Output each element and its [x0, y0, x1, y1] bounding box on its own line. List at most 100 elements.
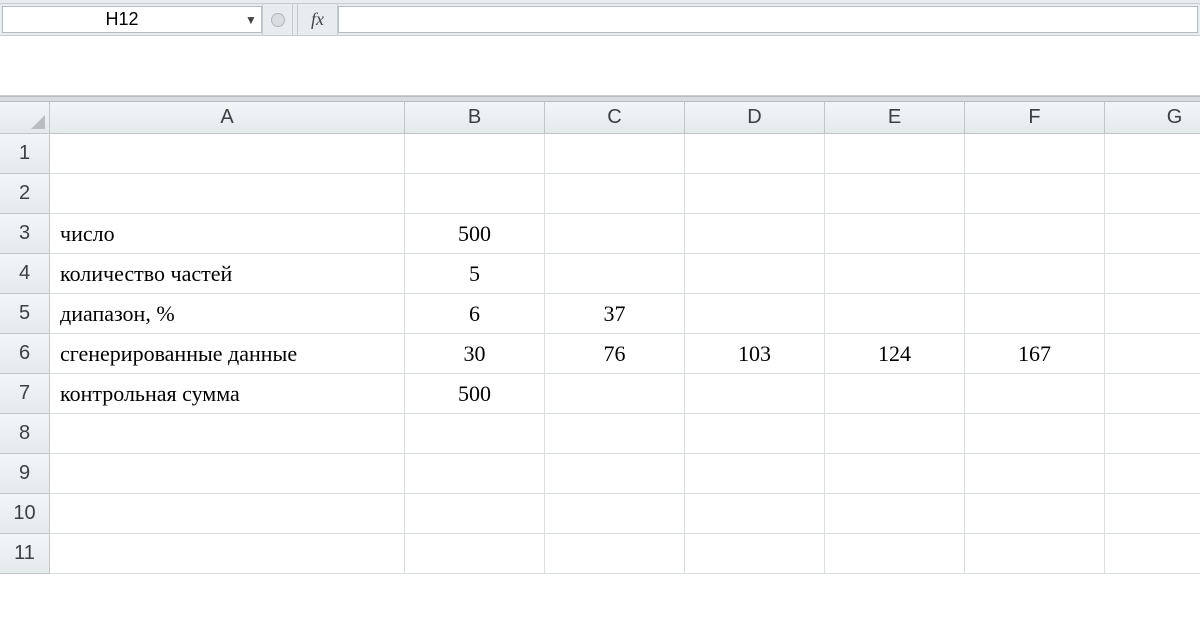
cell-A5[interactable]: диапазон, % [50, 294, 405, 334]
cell-B8[interactable] [405, 414, 545, 454]
row-header-4[interactable]: 4 [0, 254, 50, 294]
cell-C11[interactable] [545, 534, 685, 574]
cell-G7[interactable] [1105, 374, 1200, 414]
cell-G6[interactable] [1105, 334, 1200, 374]
cell-C8[interactable] [545, 414, 685, 454]
row-header-6[interactable]: 6 [0, 334, 50, 374]
col-header-E[interactable]: E [825, 102, 965, 134]
cell-A6[interactable]: сгенерированные данные [50, 334, 405, 374]
cell-F5[interactable] [965, 294, 1105, 334]
row-header-1[interactable]: 1 [0, 134, 50, 174]
cell-G1[interactable] [1105, 134, 1200, 174]
cell-B11[interactable] [405, 534, 545, 574]
cell-B2[interactable] [405, 174, 545, 214]
cell-B3[interactable]: 500 [405, 214, 545, 254]
col-header-G[interactable]: G [1105, 102, 1200, 134]
cell-G5[interactable] [1105, 294, 1200, 334]
cell-B7[interactable]: 500 [405, 374, 545, 414]
cell-E3[interactable] [825, 214, 965, 254]
cell-B6[interactable]: 30 [405, 334, 545, 374]
spreadsheet-grid[interactable]: A B C D E F G 1 2 3 число 500 4 количест… [0, 102, 1200, 574]
cell-F10[interactable] [965, 494, 1105, 534]
row-header-10[interactable]: 10 [0, 494, 50, 534]
cell-D5[interactable] [685, 294, 825, 334]
formula-input[interactable] [338, 6, 1198, 33]
cell-A1[interactable] [50, 134, 405, 174]
cell-A2[interactable] [50, 174, 405, 214]
cell-B10[interactable] [405, 494, 545, 534]
cell-C7[interactable] [545, 374, 685, 414]
cell-G8[interactable] [1105, 414, 1200, 454]
cell-A9[interactable] [50, 454, 405, 494]
cell-D11[interactable] [685, 534, 825, 574]
formula-cancel-button[interactable] [262, 4, 292, 35]
cell-G3[interactable] [1105, 214, 1200, 254]
cell-F9[interactable] [965, 454, 1105, 494]
cell-D7[interactable] [685, 374, 825, 414]
cell-D1[interactable] [685, 134, 825, 174]
cell-G2[interactable] [1105, 174, 1200, 214]
row-header-11[interactable]: 11 [0, 534, 50, 574]
cell-C9[interactable] [545, 454, 685, 494]
cell-A10[interactable] [50, 494, 405, 534]
insert-function-button[interactable]: fx [298, 4, 338, 35]
cell-A4[interactable]: количество частей [50, 254, 405, 294]
cell-C10[interactable] [545, 494, 685, 534]
row-header-7[interactable]: 7 [0, 374, 50, 414]
row-header-3[interactable]: 3 [0, 214, 50, 254]
select-all-corner[interactable] [0, 102, 50, 134]
name-box-dropdown-icon[interactable]: ▼ [241, 13, 261, 27]
cell-D4[interactable] [685, 254, 825, 294]
cell-D8[interactable] [685, 414, 825, 454]
cell-F8[interactable] [965, 414, 1105, 454]
cell-C5[interactable]: 37 [545, 294, 685, 334]
cell-G4[interactable] [1105, 254, 1200, 294]
cell-G11[interactable] [1105, 534, 1200, 574]
cell-A7[interactable]: контрольная сумма [50, 374, 405, 414]
cell-E7[interactable] [825, 374, 965, 414]
cell-E5[interactable] [825, 294, 965, 334]
cell-G9[interactable] [1105, 454, 1200, 494]
cell-C4[interactable] [545, 254, 685, 294]
cell-F11[interactable] [965, 534, 1105, 574]
cell-B1[interactable] [405, 134, 545, 174]
cell-C3[interactable] [545, 214, 685, 254]
cell-C2[interactable] [545, 174, 685, 214]
cell-C1[interactable] [545, 134, 685, 174]
col-header-F[interactable]: F [965, 102, 1105, 134]
cell-E10[interactable] [825, 494, 965, 534]
cell-D10[interactable] [685, 494, 825, 534]
col-header-A[interactable]: A [50, 102, 405, 134]
cell-A11[interactable] [50, 534, 405, 574]
cell-E8[interactable] [825, 414, 965, 454]
cell-E11[interactable] [825, 534, 965, 574]
cell-F3[interactable] [965, 214, 1105, 254]
col-header-B[interactable]: B [405, 102, 545, 134]
cell-E1[interactable] [825, 134, 965, 174]
cell-D2[interactable] [685, 174, 825, 214]
cell-F6[interactable]: 167 [965, 334, 1105, 374]
cell-F4[interactable] [965, 254, 1105, 294]
row-header-2[interactable]: 2 [0, 174, 50, 214]
cell-F2[interactable] [965, 174, 1105, 214]
cell-A8[interactable] [50, 414, 405, 454]
name-box[interactable]: H12 ▼ [2, 6, 262, 33]
cell-D6[interactable]: 103 [685, 334, 825, 374]
cell-D3[interactable] [685, 214, 825, 254]
row-header-9[interactable]: 9 [0, 454, 50, 494]
cell-F1[interactable] [965, 134, 1105, 174]
cell-D9[interactable] [685, 454, 825, 494]
row-header-5[interactable]: 5 [0, 294, 50, 334]
cell-E4[interactable] [825, 254, 965, 294]
cell-E2[interactable] [825, 174, 965, 214]
cell-G10[interactable] [1105, 494, 1200, 534]
cell-E6[interactable]: 124 [825, 334, 965, 374]
cell-F7[interactable] [965, 374, 1105, 414]
cell-E9[interactable] [825, 454, 965, 494]
col-header-D[interactable]: D [685, 102, 825, 134]
col-header-C[interactable]: C [545, 102, 685, 134]
cell-C6[interactable]: 76 [545, 334, 685, 374]
row-header-8[interactable]: 8 [0, 414, 50, 454]
cell-A3[interactable]: число [50, 214, 405, 254]
cell-B5[interactable]: 6 [405, 294, 545, 334]
